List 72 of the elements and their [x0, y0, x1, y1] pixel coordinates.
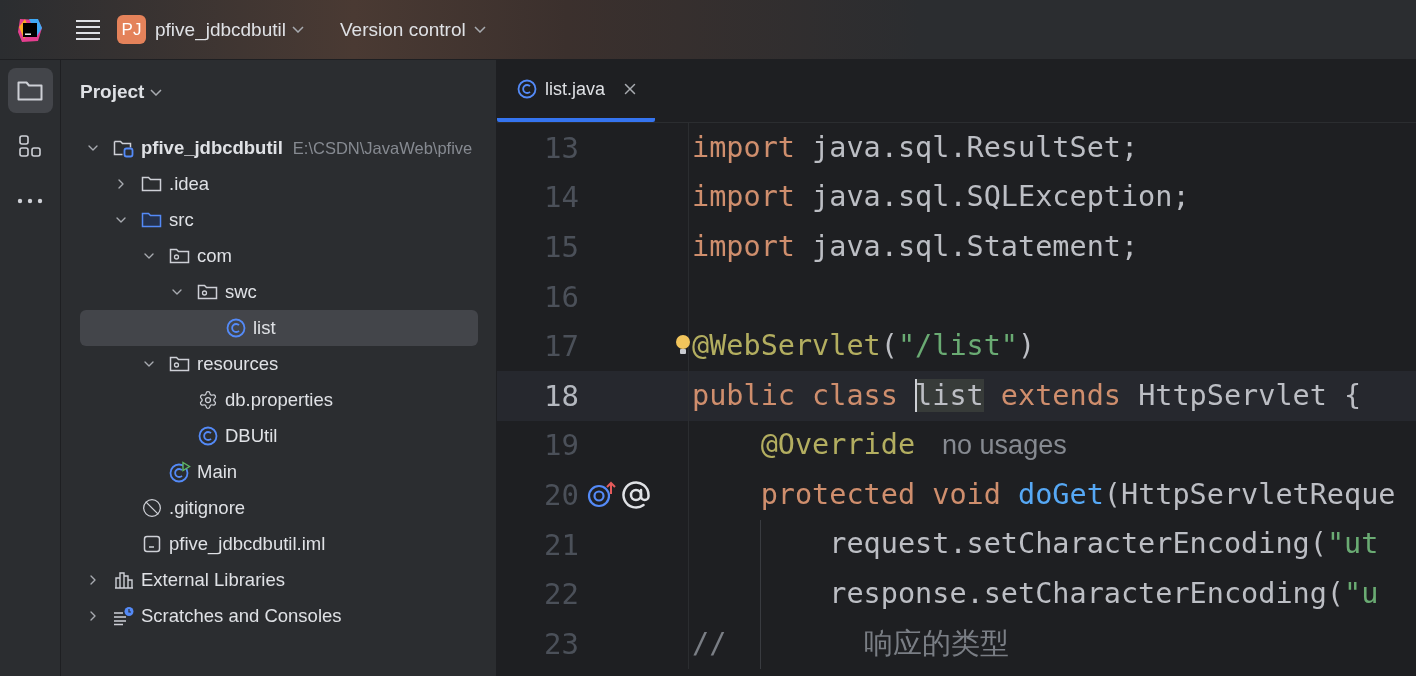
- override-marker-icon[interactable]: [587, 480, 617, 509]
- dropdown-caret-icon: [473, 26, 486, 33]
- tree-item[interactable]: list: [80, 310, 478, 346]
- package-folder-icon: [169, 246, 191, 266]
- tree-item[interactable]: External Libraries: [80, 562, 478, 598]
- item-label: .gitignore: [169, 497, 246, 519]
- project-folder-icon: [113, 138, 135, 158]
- library-icon: [113, 570, 135, 590]
- structure-icon: [18, 133, 42, 158]
- editor-tab[interactable]: list.java: [497, 60, 656, 122]
- item-label: resources: [197, 353, 279, 375]
- tree-item[interactable]: src: [80, 202, 478, 238]
- tree-item[interactable]: swc: [80, 274, 478, 310]
- item-label: swc: [225, 281, 257, 303]
- folder-icon: [141, 210, 163, 230]
- tree-item[interactable]: .gitignore: [80, 490, 478, 526]
- item-label: Scratches and Consoles: [141, 605, 342, 627]
- package-folder-icon: [197, 282, 219, 302]
- panel-title[interactable]: Project: [61, 60, 163, 124]
- gear-icon: [198, 390, 218, 410]
- item-label: list: [253, 317, 276, 339]
- tree-item[interactable]: pfive_jdbcdbutil.iml: [80, 526, 478, 562]
- class-icon: [226, 318, 246, 338]
- vcs-menu[interactable]: Version control: [340, 18, 486, 41]
- item-label: pfive_jdbcdbutil: [141, 137, 283, 159]
- code-line: @Override: [759, 428, 916, 463]
- tree-item[interactable]: com: [80, 238, 478, 274]
- tree-item[interactable]: db.properties: [80, 382, 478, 418]
- app-logo[interactable]: [17, 16, 43, 43]
- project-path: E:\CSDN\JavaWeb\pfive: [292, 138, 473, 158]
- code-line: request.setCharacterEncoding("ut: [828, 527, 1379, 562]
- code-line: import java.sql.SQLException;: [692, 180, 1190, 215]
- runnable-class-icon: [169, 461, 191, 483]
- code-line: import java.sql.Statement;: [692, 229, 1139, 265]
- code-line: @WebServlet("/list"): [692, 329, 1036, 364]
- code-line: public class list extends HttpServlet {: [692, 378, 1362, 413]
- tree-item[interactable]: resources: [80, 346, 478, 382]
- class-icon: [517, 79, 537, 99]
- project-menu[interactable]: PJ pfive_jdbcdbutil: [117, 15, 304, 44]
- item-label: Main: [197, 461, 238, 483]
- tree-item[interactable]: .idea: [80, 166, 478, 202]
- dropdown-caret-icon: [292, 26, 304, 33]
- item-label: db.properties: [225, 389, 333, 411]
- line-number: 18: [543, 378, 579, 413]
- item-label: pfive_jdbcdbutil.iml: [169, 533, 326, 555]
- class-icon: [198, 426, 218, 446]
- package-folder-icon: [169, 354, 191, 374]
- scratches-icon: [113, 606, 135, 626]
- ignored-file-icon: [142, 498, 162, 518]
- tree-item[interactable]: pfive_jdbcdbutil E:\CSDN\JavaWeb\pfive: [80, 130, 478, 166]
- dropdown-caret-icon: [150, 88, 163, 96]
- item-label: DBUtil: [225, 425, 278, 447]
- code-line: response.setCharacterEncoding("u: [828, 577, 1379, 612]
- tree-item[interactable]: DBUtil: [80, 418, 478, 454]
- tree-item[interactable]: Main: [80, 454, 478, 490]
- item-label: src: [169, 209, 194, 231]
- inline-hint[interactable]: no usages: [942, 429, 1067, 461]
- code-line: protected void doGet(HttpServletReque: [759, 477, 1396, 513]
- more-icon: [17, 197, 43, 204]
- item-label: .idea: [169, 173, 210, 195]
- annotation-marker-icon[interactable]: [621, 479, 651, 510]
- code-line: // 响应的类型: [692, 626, 1009, 661]
- item-label: External Libraries: [141, 569, 285, 591]
- tree-item[interactable]: Scratches and Consoles: [80, 598, 478, 634]
- item-label: com: [197, 245, 232, 267]
- folder-icon: [17, 79, 43, 102]
- folder-icon: [141, 174, 163, 194]
- lightbulb-icon[interactable]: [675, 334, 691, 357]
- tool-window-button[interactable]: [7, 68, 53, 113]
- code-line: import java.sql.ResultSet;: [692, 130, 1139, 165]
- module-file-icon: [142, 534, 162, 554]
- tab-label: list.java: [545, 78, 606, 100]
